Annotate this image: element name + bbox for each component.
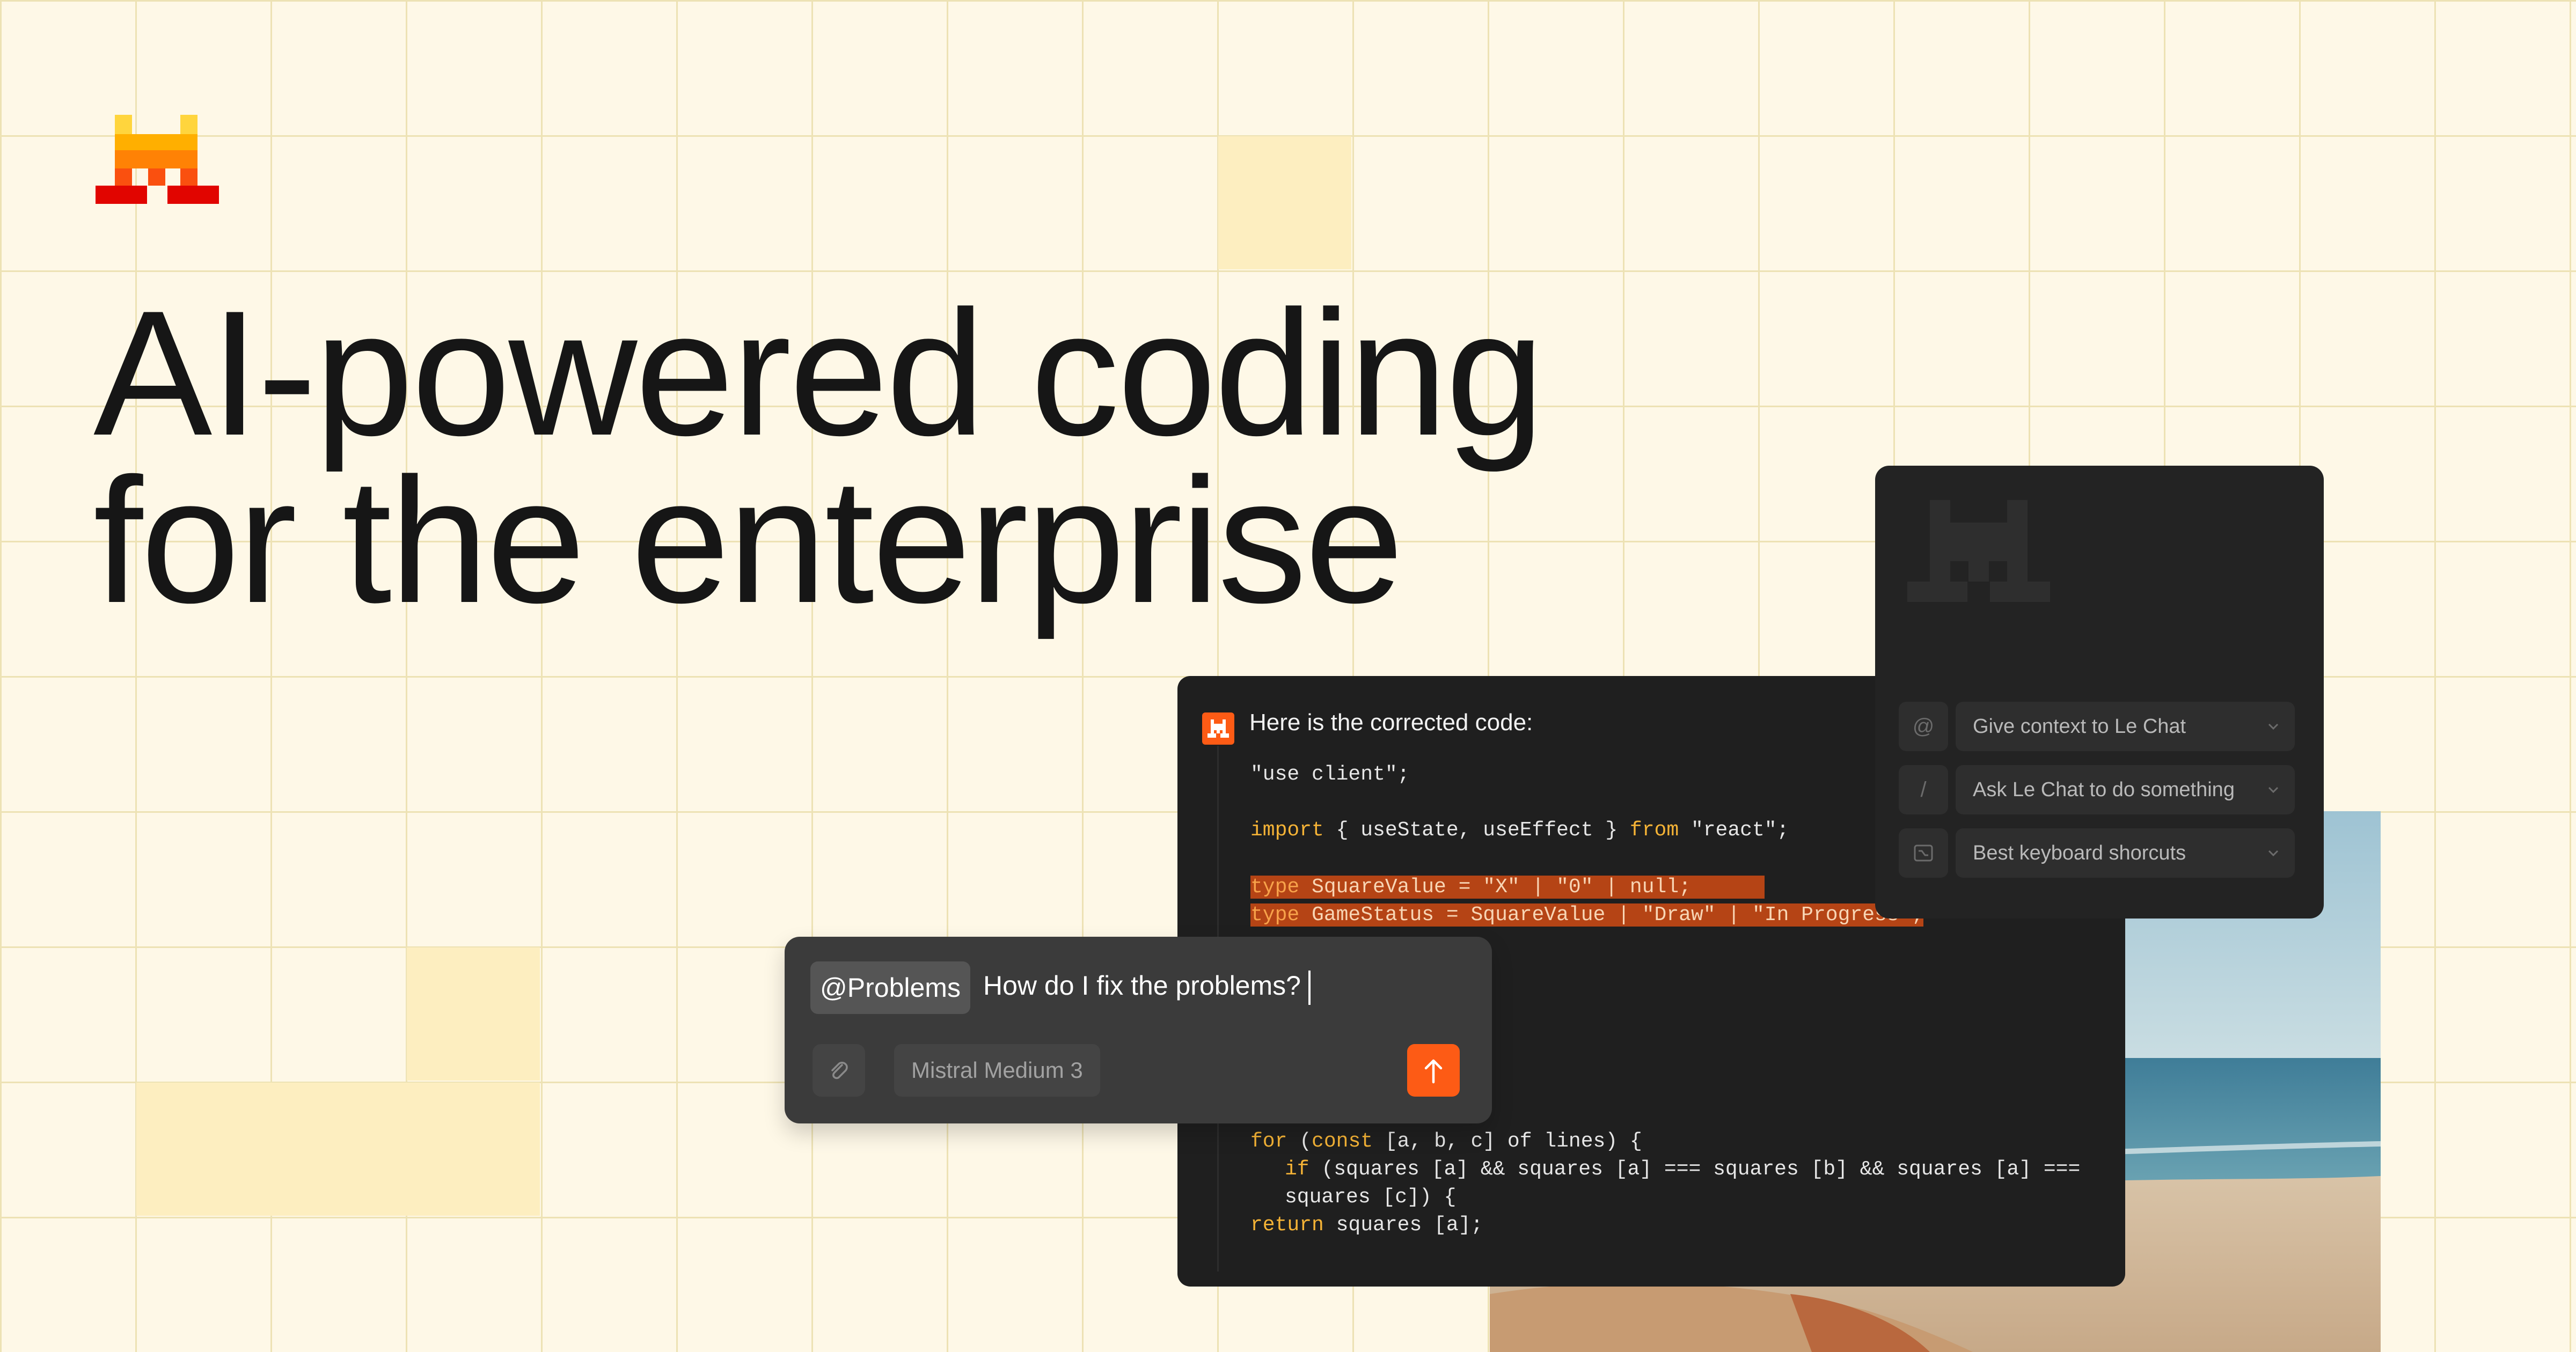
arrow-up-icon: [1424, 1059, 1443, 1084]
mistral-logo-icon: [96, 115, 219, 204]
title-line-2: for the enterprise: [93, 441, 1404, 640]
command-field[interactable]: Best keyboard shorcuts: [1956, 828, 2295, 878]
assistant-message: Here is the corrected code:: [1249, 709, 1533, 736]
attach-button[interactable]: [813, 1044, 865, 1097]
mistral-ghost-logo-icon: [1907, 500, 2050, 602]
code-line: return squares [a];: [1250, 1214, 1483, 1237]
highlight-cell: [407, 947, 540, 1081]
highlight-cell: [1218, 136, 1351, 269]
command-label: Give context to Le Chat: [1973, 715, 2186, 738]
send-button[interactable]: [1407, 1044, 1460, 1097]
command-panel: @ Give context to Le Chat / Ask Le Chat …: [1875, 466, 2324, 919]
chevron-down-icon: [2268, 723, 2279, 730]
page-title: AI-powered coding for the enterprise: [93, 274, 1545, 640]
command-label: Best keyboard shorcuts: [1973, 841, 2186, 864]
code-line: import { useState, useEffect } from "rea…: [1250, 819, 1789, 842]
mistral-avatar-icon: [1202, 712, 1234, 745]
model-selector[interactable]: Mistral Medium 3: [894, 1044, 1100, 1097]
code-line-highlighted: type SquareValue = "X" | "0" | null;: [1250, 873, 1765, 901]
chat-input-box[interactable]: @Problems How do I fix the problems? Mis…: [785, 937, 1492, 1123]
keyboard-icon: [1899, 828, 1948, 878]
text-caret: [1308, 970, 1311, 1005]
slash-key: /: [1899, 765, 1948, 814]
chevron-down-icon: [2268, 850, 2279, 857]
command-label: Ask Le Chat to do something: [1973, 778, 2235, 801]
mention-chip[interactable]: @Problems: [810, 961, 970, 1014]
title-line-1: AI-powered coding: [93, 274, 1545, 473]
code-line-highlighted: type GameStatus = SquareValue | "Draw" |…: [1250, 903, 1924, 927]
chevron-down-icon: [2268, 787, 2279, 793]
command-field[interactable]: Give context to Le Chat: [1956, 702, 2295, 751]
command-field[interactable]: Ask Le Chat to do something: [1956, 765, 2295, 814]
code-line: "use client";: [1250, 763, 1410, 786]
highlight-cell: [136, 1083, 540, 1216]
at-key: @: [1899, 702, 1948, 751]
paperclip-icon: [831, 1062, 848, 1079]
code-line: squares [c]) {: [1285, 1186, 1457, 1209]
code-line: if (squares [a] && squares [a] === squar…: [1285, 1158, 2081, 1181]
chat-input-text[interactable]: How do I fix the problems?: [983, 970, 1311, 1005]
code-line: for (const [a, b, c] of lines) {: [1250, 1130, 1642, 1153]
